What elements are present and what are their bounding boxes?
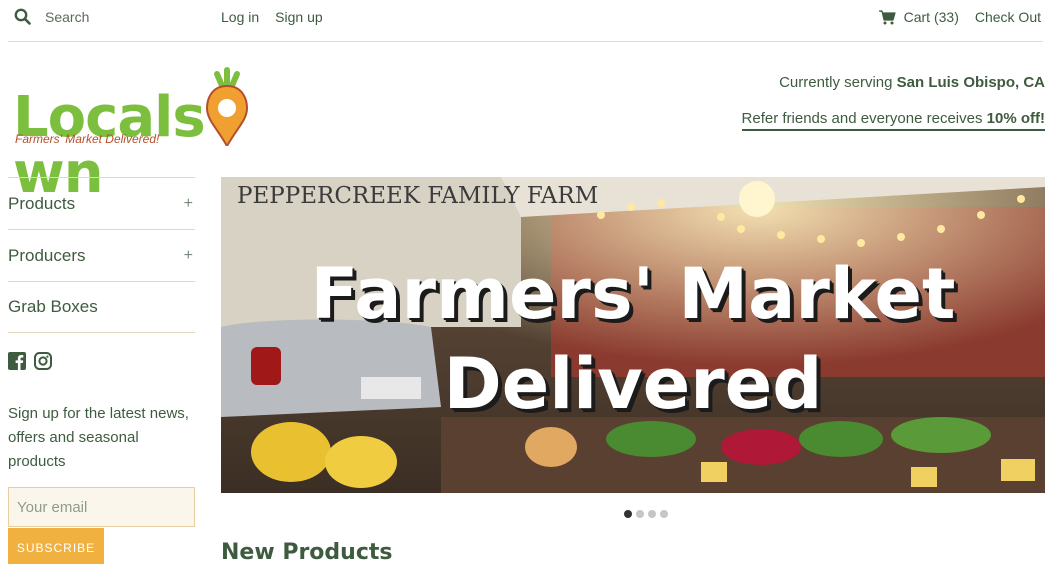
cart-link[interactable]: Cart (33) <box>878 9 959 25</box>
instagram-icon[interactable] <box>34 352 52 370</box>
serving-prefix: Currently serving <box>779 74 897 91</box>
sidebar-item-label: Producers <box>8 245 86 265</box>
sidebar-item-label: Grab Boxes <box>8 297 98 316</box>
email-field[interactable] <box>8 487 195 527</box>
checkout-link[interactable]: Check Out <box>975 9 1041 25</box>
expand-icon[interactable]: + <box>184 247 195 265</box>
logo-tagline: Farmers' Market Delivered! <box>15 132 160 146</box>
hero-sign-text: PEPPERCREEK FAMILY FARM <box>237 183 599 209</box>
logo[interactable]: Locals wn Farmers' Market Delivered! <box>13 66 293 202</box>
carrot-icon <box>205 67 248 149</box>
sidebar-item-grab-boxes[interactable]: Grab Boxes <box>8 281 195 333</box>
sidebar-item-producers[interactable]: Producers + <box>8 229 195 281</box>
cart-label: Cart (33) <box>903 9 959 25</box>
login-link[interactable]: Log in <box>221 9 259 25</box>
sidebar-item-products[interactable]: Products + <box>8 177 195 229</box>
search-label: Search <box>45 8 90 25</box>
slider-dot-4[interactable] <box>660 510 668 518</box>
refer-discount: 10% off! <box>986 110 1045 127</box>
hero-line-1: Farmers' Market <box>310 253 956 335</box>
section-title-new-products: New Products <box>221 540 393 564</box>
slider-dots <box>624 510 668 518</box>
refer-link[interactable]: Refer friends and everyone receives 10% … <box>741 110 1045 131</box>
hero-line-2: Delivered <box>443 343 823 425</box>
slider-dot-1[interactable] <box>624 510 632 518</box>
serving-city: San Luis Obispo, CA <box>896 74 1045 91</box>
top-bar: Search Log in Sign up Cart (33) Check Ou… <box>8 0 1043 42</box>
search-icon <box>14 8 31 25</box>
search-button[interactable]: Search <box>14 8 89 25</box>
signup-link[interactable]: Sign up <box>275 9 322 25</box>
sidebar-item-label: Products <box>8 193 76 213</box>
social-links <box>8 352 52 370</box>
facebook-icon[interactable] <box>8 352 26 370</box>
cart-icon <box>878 9 896 24</box>
subscribe-button[interactable]: SUBSCRIBE <box>8 528 104 564</box>
newsletter-text: Sign up for the latest news, offers and … <box>8 405 189 470</box>
serving-location: Currently serving San Luis Obispo, CA <box>779 74 1045 91</box>
slider-dot-3[interactable] <box>648 510 656 518</box>
refer-prefix: Refer friends and everyone receives <box>741 110 987 127</box>
slider-dot-2[interactable] <box>636 510 644 518</box>
hero-headline: Farmers' Market Delivered <box>221 249 1045 429</box>
hero-banner[interactable]: PEPPERCREEK FAMILY FARM Farmers' Market … <box>221 177 1045 493</box>
sidebar-nav: Products + Producers + Grab Boxes <box>8 177 195 333</box>
expand-icon[interactable]: + <box>184 195 195 213</box>
